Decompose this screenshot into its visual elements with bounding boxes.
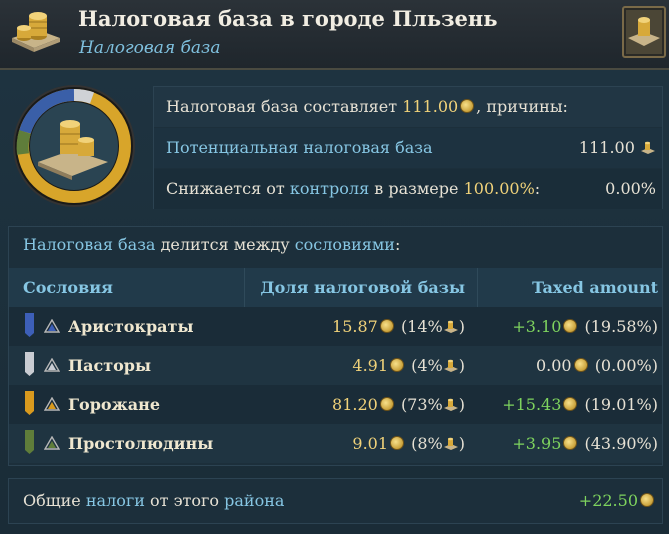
estates-table-header: Сословия Доля налоговой базы Taxed amoun… xyxy=(9,268,662,307)
estate-emblem-icon xyxy=(44,397,60,411)
reduction-label: Снижается от xyxy=(166,179,285,198)
coin-icon xyxy=(379,319,394,333)
estate-emblem-icon xyxy=(44,319,60,333)
tax-base-total-label: Налоговая база составляет xyxy=(166,97,398,116)
estate-taxed-percent: (19.01%) xyxy=(584,395,659,414)
estate-banner-icon xyxy=(25,391,34,415)
main-content: Налоговая база составляет 111.00 , причин… xyxy=(0,70,669,534)
estate-row[interactable]: Простолюдины 9.01 (8%) +3.95 (43.90%) xyxy=(9,424,662,463)
tax-base-small-icon xyxy=(641,141,655,154)
estate-row[interactable]: Горожане 81.20 (73%) +15.43 (19.01%) xyxy=(9,385,662,424)
close-paren: ) xyxy=(458,317,465,336)
from-this-label: от этого xyxy=(150,491,220,510)
total-taxes-row: Общие налоги от этого района +22.50 xyxy=(8,478,663,524)
coin-icon xyxy=(390,358,405,372)
column-header-estates[interactable]: Сословия xyxy=(23,268,113,307)
colon-text: : xyxy=(534,179,541,198)
estate-share: 9.01 (8%) xyxy=(352,424,465,463)
estate-taxed-value: +15.43 xyxy=(502,395,562,414)
estate-row[interactable]: Аристократы 15.87 (14%) +3.10 (19.58%) xyxy=(9,307,662,346)
tax-base-small-icon xyxy=(443,359,458,372)
tax-base-small-icon xyxy=(443,320,458,333)
estate-banner-icon xyxy=(25,313,34,337)
estate-taxed: +3.10 (19.58%) xyxy=(512,307,658,346)
tax-base-map-mode-button[interactable] xyxy=(622,6,666,58)
estate-name: Простолюдины xyxy=(68,434,214,453)
control-reduction-row: Снижается от контроля в размере 100.00%:… xyxy=(154,169,662,209)
reasons-label: , причины: xyxy=(476,97,568,116)
estate-share-value: 15.87 xyxy=(332,317,378,336)
tax-base-small-icon xyxy=(443,398,458,411)
total-label: Общие xyxy=(23,491,81,510)
colon-text: : xyxy=(394,235,401,254)
tax-base-summary: Налоговая база составляет 111.00 , причин… xyxy=(153,86,663,209)
estate-taxed-value: 0.00 xyxy=(535,356,572,375)
reduction-value: 0.00% xyxy=(605,179,656,198)
estate-banner-icon xyxy=(25,430,34,454)
estates-tax-panel: Налоговая база делится между сословиями:… xyxy=(8,226,663,466)
total-taxes-value: +22.50 xyxy=(578,491,638,510)
coins-map-icon xyxy=(626,10,662,54)
window-subtitle: Налоговая база xyxy=(79,38,221,58)
coin-icon xyxy=(640,493,654,507)
estates-panel-title: Налоговая база делится между сословиями: xyxy=(23,235,400,254)
column-header-share[interactable]: Доля налоговой базы xyxy=(244,268,478,307)
estate-name: Горожане xyxy=(68,395,160,414)
estate-name: Пасторы xyxy=(68,356,152,375)
estate-share-percent: (8% xyxy=(411,434,443,453)
coin-icon xyxy=(460,99,475,113)
potential-tax-base-row[interactable]: Потенциальная налоговая база 111.00 xyxy=(154,128,662,168)
estate-taxed-percent: (19.58%) xyxy=(584,317,659,336)
estate-taxed: +15.43 (19.01%) xyxy=(502,385,658,424)
estate-name: Аристократы xyxy=(68,317,194,336)
estate-taxed-percent: (43.90%) xyxy=(584,434,659,453)
control-link[interactable]: контроля xyxy=(290,179,369,198)
estate-share: 15.87 (14%) xyxy=(332,307,465,346)
close-paren: ) xyxy=(458,356,465,375)
coin-icon xyxy=(563,436,578,450)
window-title: Налоговая база в городе Пльзень xyxy=(78,6,498,31)
estates-link[interactable]: сословиями xyxy=(295,235,395,254)
reduction-amount-label: в размере xyxy=(374,179,459,198)
coin-icon xyxy=(573,358,588,372)
estate-banner-icon xyxy=(25,352,34,376)
tax-base-total-row: Налоговая база составляет 111.00 , причин… xyxy=(154,87,662,127)
estate-taxed: 0.00 (0.00%) xyxy=(536,346,658,385)
estate-share-percent: (73% xyxy=(400,395,443,414)
district-link[interactable]: района xyxy=(224,491,284,510)
estate-emblem-icon xyxy=(44,358,60,372)
potential-tax-base-link[interactable]: Потенциальная налоговая база xyxy=(166,128,433,168)
estate-share-value: 9.01 xyxy=(352,434,389,453)
estate-row[interactable]: Пасторы 4.91 (4%) 0.00 (0.00%) xyxy=(9,346,662,385)
estate-share: 4.91 (4%) xyxy=(352,346,465,385)
tax-base-ring-icon xyxy=(13,85,135,207)
estate-share-value: 4.91 xyxy=(352,356,389,375)
tax-base-small-icon xyxy=(443,437,458,450)
taxes-link[interactable]: налоги xyxy=(86,491,145,510)
estate-share-value: 81.20 xyxy=(332,395,378,414)
estate-taxed-value: +3.10 xyxy=(512,317,562,336)
coins-stack-icon xyxy=(12,12,60,52)
potential-tax-base-value: 111.00 xyxy=(578,138,635,157)
coin-icon xyxy=(390,436,405,450)
coin-icon xyxy=(563,319,578,333)
split-text: делится между xyxy=(160,235,290,254)
window-header: Налоговая база в городе Пльзень Налогова… xyxy=(0,0,669,70)
estate-emblem-icon xyxy=(44,436,60,450)
control-percent: 100.00% xyxy=(463,179,535,198)
coin-icon xyxy=(563,397,578,411)
close-paren: ) xyxy=(458,395,465,414)
estate-share: 81.20 (73%) xyxy=(332,385,465,424)
close-paren: ) xyxy=(458,434,465,453)
estate-taxed: +3.95 (43.90%) xyxy=(512,424,658,463)
column-header-taxed[interactable]: Taxed amount xyxy=(532,268,658,307)
coin-icon xyxy=(379,397,394,411)
estate-taxed-value: +3.95 xyxy=(512,434,562,453)
tax-base-total-value: 111.00 xyxy=(402,97,459,116)
tax-base-link[interactable]: Налоговая база xyxy=(23,235,155,254)
estate-share-percent: (14% xyxy=(400,317,443,336)
estate-taxed-percent: (0.00%) xyxy=(594,356,658,375)
estate-share-percent: (4% xyxy=(411,356,443,375)
